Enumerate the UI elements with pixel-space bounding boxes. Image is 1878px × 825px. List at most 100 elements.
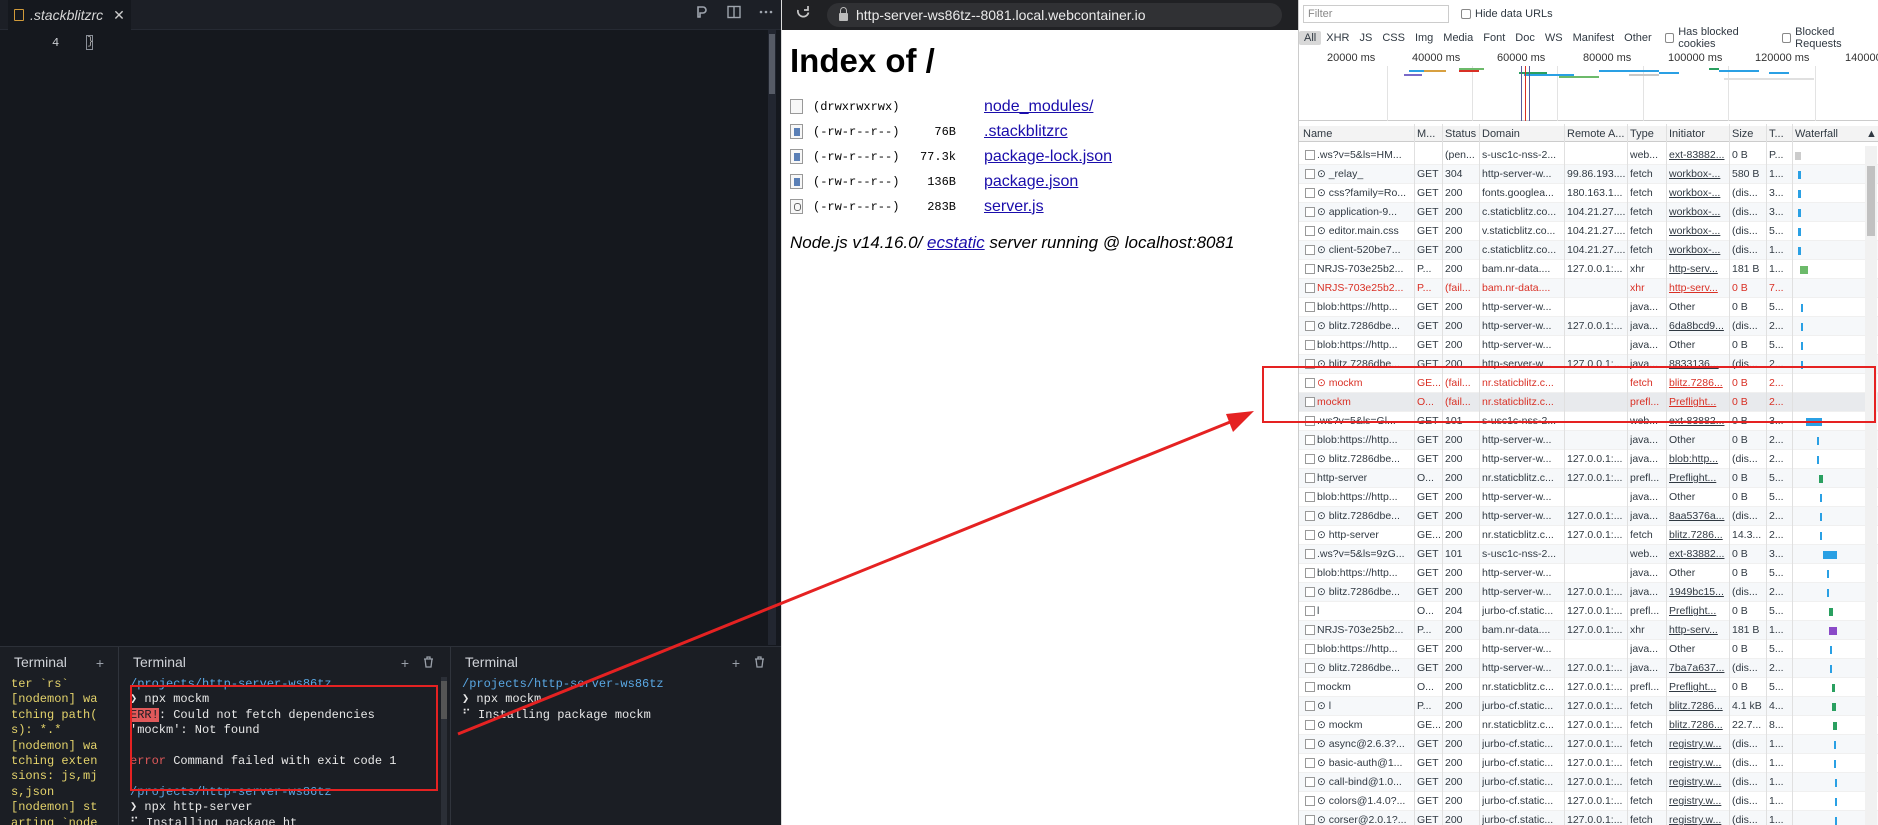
- row-checkbox[interactable]: [1305, 796, 1315, 806]
- filter-input[interactable]: Filter: [1303, 5, 1449, 23]
- request-cell-init[interactable]: 6da8bcd9...: [1669, 317, 1727, 335]
- editor-tab-stackblitzrc[interactable]: .stackblitzrc ✕: [8, 0, 131, 30]
- preview-markdown-icon[interactable]: [695, 5, 709, 23]
- reload-icon[interactable]: [796, 5, 816, 25]
- column-header-domain[interactable]: Domain: [1482, 128, 1520, 140]
- column-header-status[interactable]: Status: [1445, 128, 1476, 140]
- row-checkbox[interactable]: [1305, 511, 1315, 521]
- request-cell-init[interactable]: Preflight...: [1669, 602, 1727, 620]
- request-cell-init[interactable]: blitz.7286...: [1669, 526, 1727, 544]
- file-link[interactable]: node_modules/: [984, 98, 1093, 116]
- type-filter-other[interactable]: Other: [1619, 31, 1657, 45]
- request-cell-init[interactable]: registry.w...: [1669, 792, 1727, 810]
- request-cell-init[interactable]: workbox-...: [1669, 241, 1727, 259]
- request-cell-init[interactable]: Other: [1669, 564, 1727, 582]
- column-header-type[interactable]: Type: [1630, 128, 1654, 140]
- column-header-t[interactable]: T...: [1769, 128, 1784, 140]
- row-checkbox[interactable]: [1305, 815, 1315, 825]
- trash-icon[interactable]: [423, 655, 434, 671]
- request-cell-init[interactable]: 7ba7a637...: [1669, 659, 1727, 677]
- request-cell-init[interactable]: http-serv...: [1669, 279, 1727, 297]
- row-checkbox[interactable]: [1305, 340, 1315, 350]
- row-checkbox[interactable]: [1305, 283, 1315, 293]
- blocked-requests-checkbox[interactable]: [1781, 33, 1792, 43]
- code-area[interactable]: 4 }: [0, 30, 770, 645]
- request-cell-init[interactable]: blitz.7286...: [1669, 697, 1727, 715]
- file-link[interactable]: package.json: [984, 173, 1078, 191]
- row-checkbox[interactable]: [1305, 321, 1315, 331]
- request-table-scrollbar[interactable]: [1865, 146, 1877, 825]
- type-filter-manifest[interactable]: Manifest: [1568, 31, 1620, 45]
- address-bar[interactable]: http-server-ws86tz--8081.local.webcontai…: [827, 3, 1282, 27]
- row-checkbox[interactable]: [1305, 758, 1315, 768]
- row-checkbox[interactable]: [1305, 245, 1315, 255]
- request-cell-init[interactable]: Other: [1669, 640, 1727, 658]
- request-cell-init[interactable]: workbox-...: [1669, 203, 1727, 221]
- row-checkbox[interactable]: [1305, 739, 1315, 749]
- request-cell-init[interactable]: http-serv...: [1669, 260, 1727, 278]
- row-checkbox[interactable]: [1305, 701, 1315, 711]
- request-cell-init[interactable]: ext-83882...: [1669, 545, 1727, 563]
- add-terminal-icon[interactable]: +: [401, 655, 409, 671]
- row-checkbox[interactable]: [1305, 549, 1315, 559]
- request-cell-init[interactable]: Other: [1669, 298, 1727, 316]
- row-checkbox[interactable]: [1305, 169, 1315, 179]
- more-actions-icon[interactable]: [759, 5, 773, 23]
- add-terminal-icon[interactable]: +: [96, 655, 104, 671]
- add-terminal-icon[interactable]: +: [732, 655, 740, 671]
- row-checkbox[interactable]: [1305, 435, 1315, 445]
- terminal-scrollbar[interactable]: [441, 677, 447, 825]
- type-filter-ws[interactable]: WS: [1540, 31, 1568, 45]
- request-cell-init[interactable]: http-serv...: [1669, 621, 1727, 639]
- file-link[interactable]: .stackblitzrc: [984, 123, 1068, 141]
- row-checkbox[interactable]: [1305, 264, 1315, 274]
- row-checkbox[interactable]: [1305, 530, 1315, 540]
- request-cell-init[interactable]: workbox-...: [1669, 222, 1727, 240]
- hide-data-urls-checkbox[interactable]: [1461, 9, 1471, 19]
- request-cell-init[interactable]: blitz.7286...: [1669, 716, 1727, 734]
- request-cell-init[interactable]: Preflight...: [1669, 469, 1727, 487]
- terminal-1[interactable]: Terminal + ter `rs` [nodemon] wa tching pa…: [0, 647, 118, 825]
- type-filter-css[interactable]: CSS: [1377, 31, 1410, 45]
- request-cell-init[interactable]: workbox-...: [1669, 165, 1727, 183]
- request-cell-init[interactable]: registry.w...: [1669, 735, 1727, 753]
- file-link[interactable]: server.js: [984, 198, 1044, 216]
- request-cell-init[interactable]: blob:http...: [1669, 450, 1727, 468]
- row-checkbox[interactable]: [1305, 606, 1315, 616]
- column-header-size[interactable]: Size: [1732, 128, 1753, 140]
- trash-icon[interactable]: [754, 655, 765, 671]
- column-header-remotea[interactable]: Remote A...: [1567, 128, 1624, 140]
- column-header-name[interactable]: Name: [1303, 128, 1332, 140]
- row-checkbox[interactable]: [1305, 150, 1315, 160]
- request-cell-init[interactable]: Other: [1669, 431, 1727, 449]
- terminal-3[interactable]: Terminal + /projects/http-server-ws86tz ❯…: [451, 647, 781, 825]
- row-checkbox[interactable]: [1305, 625, 1315, 635]
- request-cell-init[interactable]: workbox-...: [1669, 184, 1727, 202]
- type-filter-media[interactable]: Media: [1438, 31, 1478, 45]
- split-editor-icon[interactable]: [727, 5, 741, 23]
- request-cell-init[interactable]: Preflight...: [1669, 678, 1727, 696]
- request-cell-init[interactable]: 8aa5376a...: [1669, 507, 1727, 525]
- column-header-waterfall[interactable]: Waterfall: [1795, 128, 1838, 140]
- column-header-initiator[interactable]: Initiator: [1669, 128, 1705, 140]
- network-overview-timeline[interactable]: 20000 ms 40000 ms 60000 ms 80000 ms 100000 m…: [1299, 48, 1878, 121]
- row-checkbox[interactable]: [1305, 777, 1315, 787]
- request-cell-init[interactable]: registry.w...: [1669, 773, 1727, 791]
- type-filter-img[interactable]: Img: [1410, 31, 1438, 45]
- editor-scrollbar[interactable]: [768, 30, 776, 645]
- type-filter-all[interactable]: All: [1299, 31, 1322, 45]
- row-checkbox[interactable]: [1305, 720, 1315, 730]
- row-checkbox[interactable]: [1305, 663, 1315, 673]
- type-filter-xhr[interactable]: XHR: [1321, 31, 1354, 45]
- file-link[interactable]: package-lock.json: [984, 148, 1112, 166]
- type-filter-font[interactable]: Font: [1478, 31, 1510, 45]
- row-checkbox[interactable]: [1305, 454, 1315, 464]
- row-checkbox[interactable]: [1305, 492, 1315, 502]
- request-cell-init[interactable]: registry.w...: [1669, 754, 1727, 772]
- row-checkbox[interactable]: [1305, 587, 1315, 597]
- request-cell-init[interactable]: Other: [1669, 488, 1727, 506]
- request-cell-init[interactable]: 1949bc15...: [1669, 583, 1727, 601]
- row-checkbox[interactable]: [1305, 226, 1315, 236]
- row-checkbox[interactable]: [1305, 188, 1315, 198]
- row-checkbox[interactable]: [1305, 644, 1315, 654]
